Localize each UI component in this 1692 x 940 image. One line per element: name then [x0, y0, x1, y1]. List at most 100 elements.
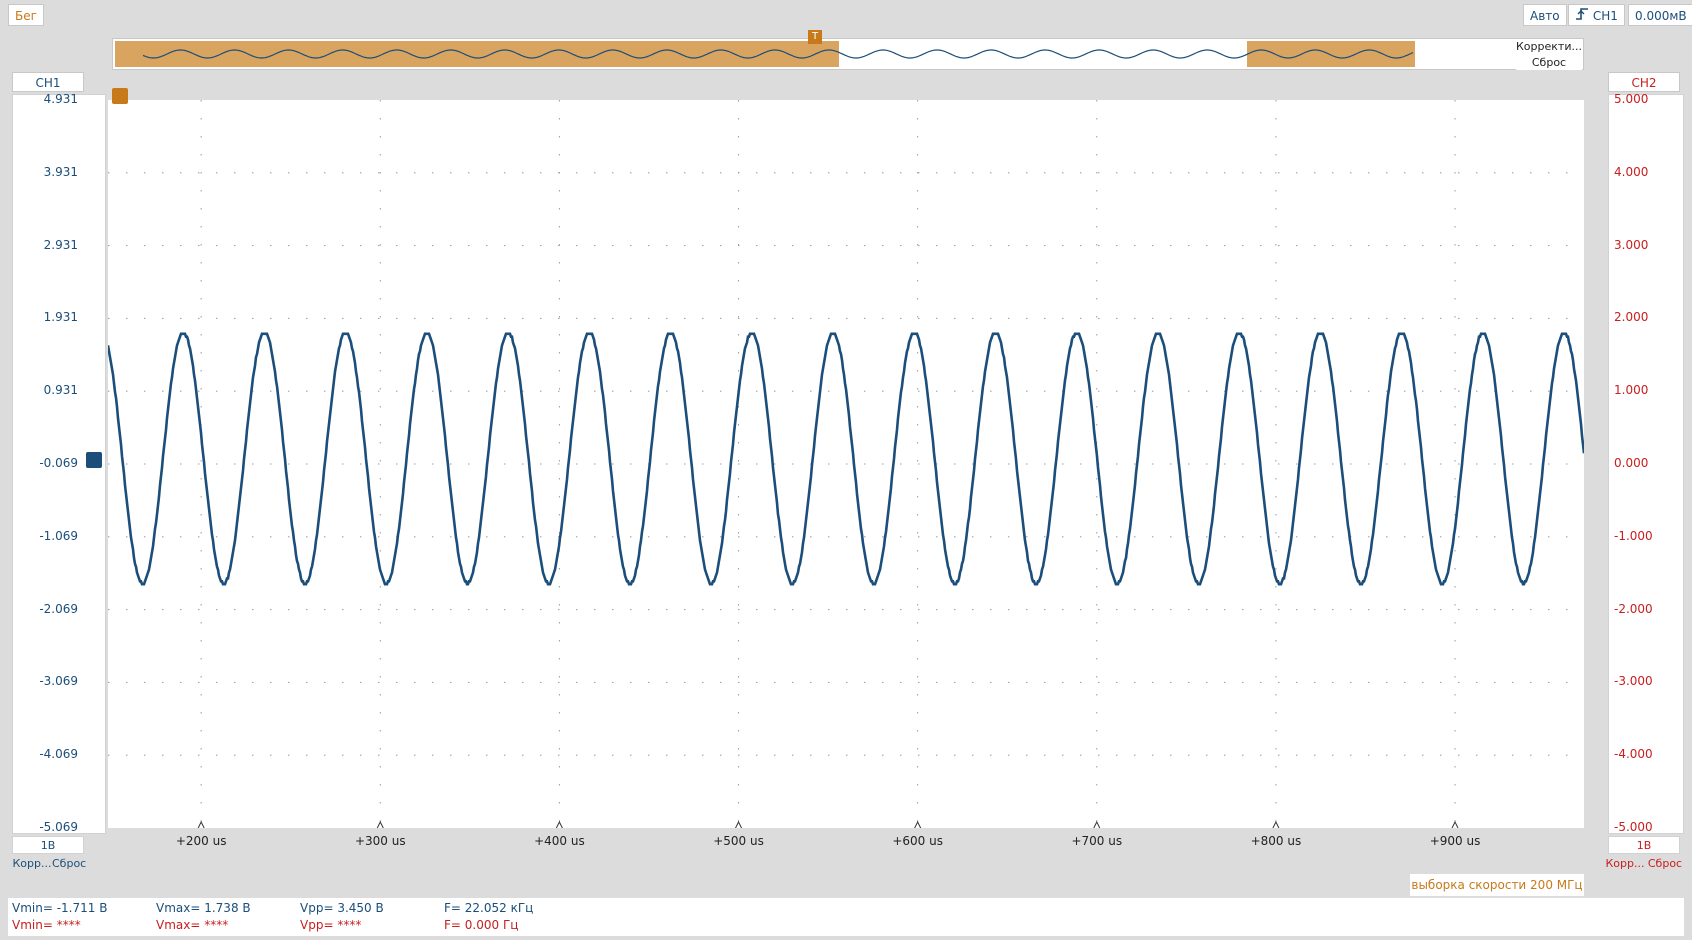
grid-dot [162, 536, 164, 538]
ch2-vmax: Vmax= **** [156, 918, 229, 932]
ch1-voltage-tick-label: -5.069 [39, 820, 78, 834]
grid-dot [486, 172, 488, 174]
grid-dot [216, 245, 218, 247]
grid-dot [1080, 463, 1082, 465]
trigger-channel-button[interactable]: CH1 [1568, 4, 1625, 26]
grid-dot [1512, 754, 1514, 756]
ch2-title[interactable]: CH2 [1608, 72, 1680, 92]
grid-dot [774, 245, 776, 247]
grid-dot [774, 317, 776, 319]
grid-dot [1458, 245, 1460, 247]
grid-dot [324, 681, 326, 683]
trigger-level-button[interactable]: 0.000мВ [1628, 4, 1692, 26]
grid-dot [379, 280, 381, 282]
ch1-offset-marker[interactable] [86, 452, 102, 468]
grid-dot [180, 317, 182, 319]
grid-dot [594, 317, 596, 319]
grid-dot [558, 208, 560, 210]
grid-dot [1096, 784, 1098, 786]
grid-dot [774, 390, 776, 392]
grid-dot [738, 460, 740, 462]
grid-dot [379, 154, 381, 156]
grid-dot [1206, 754, 1208, 756]
grid-dot [918, 754, 920, 756]
grid-dot [1454, 460, 1456, 462]
grid-dot [702, 463, 704, 465]
grid-dot [1454, 334, 1456, 336]
grid-dot [144, 463, 146, 465]
overview-reset-button[interactable]: Сброс [1516, 55, 1582, 70]
grid-dot [522, 609, 524, 611]
ch2-correction-button[interactable]: Корр... [1604, 855, 1646, 873]
grid-dot [1275, 316, 1277, 318]
grid-dot [558, 118, 560, 120]
grid-dot [1386, 245, 1388, 247]
grid-dot [1454, 118, 1456, 120]
waveform-plot[interactable] [108, 100, 1584, 828]
grid-dot [1454, 298, 1456, 300]
grid-dot [684, 681, 686, 683]
grid-dot [1454, 226, 1456, 228]
grid-dot [1458, 681, 1460, 683]
trigger-position-marker[interactable]: T [808, 30, 822, 44]
grid-dot [846, 609, 848, 611]
ch1-scale[interactable]: 1В [12, 836, 84, 854]
grid-dot [234, 317, 236, 319]
grid-dot [1026, 681, 1028, 683]
grid-dot [1116, 463, 1118, 465]
grid-dot [1454, 442, 1456, 444]
waveform-overview[interactable] [112, 38, 1584, 70]
grid-dot [1242, 463, 1244, 465]
grid-dot [738, 694, 740, 696]
grid-dot [144, 536, 146, 538]
grid-dot [1096, 226, 1098, 228]
grid-dot [684, 463, 686, 465]
grid-dot [972, 245, 974, 247]
grid-dot [1096, 370, 1098, 372]
ch2-scale[interactable]: 1В [1608, 836, 1680, 854]
overview-correction-button[interactable]: Корректи... [1516, 39, 1582, 54]
grid-dot [900, 609, 902, 611]
ch1-reset-button[interactable]: Сброс [52, 855, 86, 873]
overview-visible-region [1247, 41, 1415, 67]
ch1-title[interactable]: CH1 [12, 72, 84, 92]
grid-dot [1275, 352, 1277, 354]
grid-dot [180, 609, 182, 611]
grid-dot [1080, 245, 1082, 247]
grid-dot [306, 317, 308, 319]
grid-dot [1096, 514, 1098, 516]
ch2-reset-button[interactable]: Сброс [1646, 855, 1684, 873]
grid-dot [1098, 317, 1100, 319]
grid-dot [936, 172, 938, 174]
grid-dot [144, 317, 146, 319]
run-status-button[interactable]: Бег [8, 4, 44, 26]
grid-dot [810, 390, 812, 392]
grid-dot [1170, 172, 1172, 174]
grid-dot [558, 463, 560, 465]
grid-dot [360, 463, 362, 465]
grid-dot [1116, 390, 1118, 392]
grid-dot [1096, 586, 1098, 588]
grid-dot [558, 460, 560, 462]
ch1-vpp: Vpp= 3.450 В [300, 901, 384, 915]
grid-dot [1386, 536, 1388, 538]
ch2-voltage-tick-label: 2.000 [1614, 310, 1649, 325]
grid-dot [1530, 536, 1532, 538]
grid-dot [558, 100, 560, 102]
grid-dot [1206, 463, 1208, 465]
grid-dot [1275, 712, 1277, 714]
trigger-mode-button[interactable]: Авто [1523, 4, 1567, 26]
ch1-correction-button[interactable]: Корр... [12, 855, 52, 873]
grid-dot [288, 463, 290, 465]
grid-dot [1368, 754, 1370, 756]
grid-dot [1188, 681, 1190, 683]
grid-dot [396, 245, 398, 247]
time-axis-label: +500 us [713, 834, 764, 848]
grid-dot [379, 388, 381, 390]
grid-dot [1275, 118, 1277, 120]
grid-dot [612, 681, 614, 683]
horizontal-position-marker[interactable] [112, 88, 128, 104]
grid-dot [917, 478, 919, 480]
grid-dot [917, 370, 919, 372]
grid-dot [234, 390, 236, 392]
